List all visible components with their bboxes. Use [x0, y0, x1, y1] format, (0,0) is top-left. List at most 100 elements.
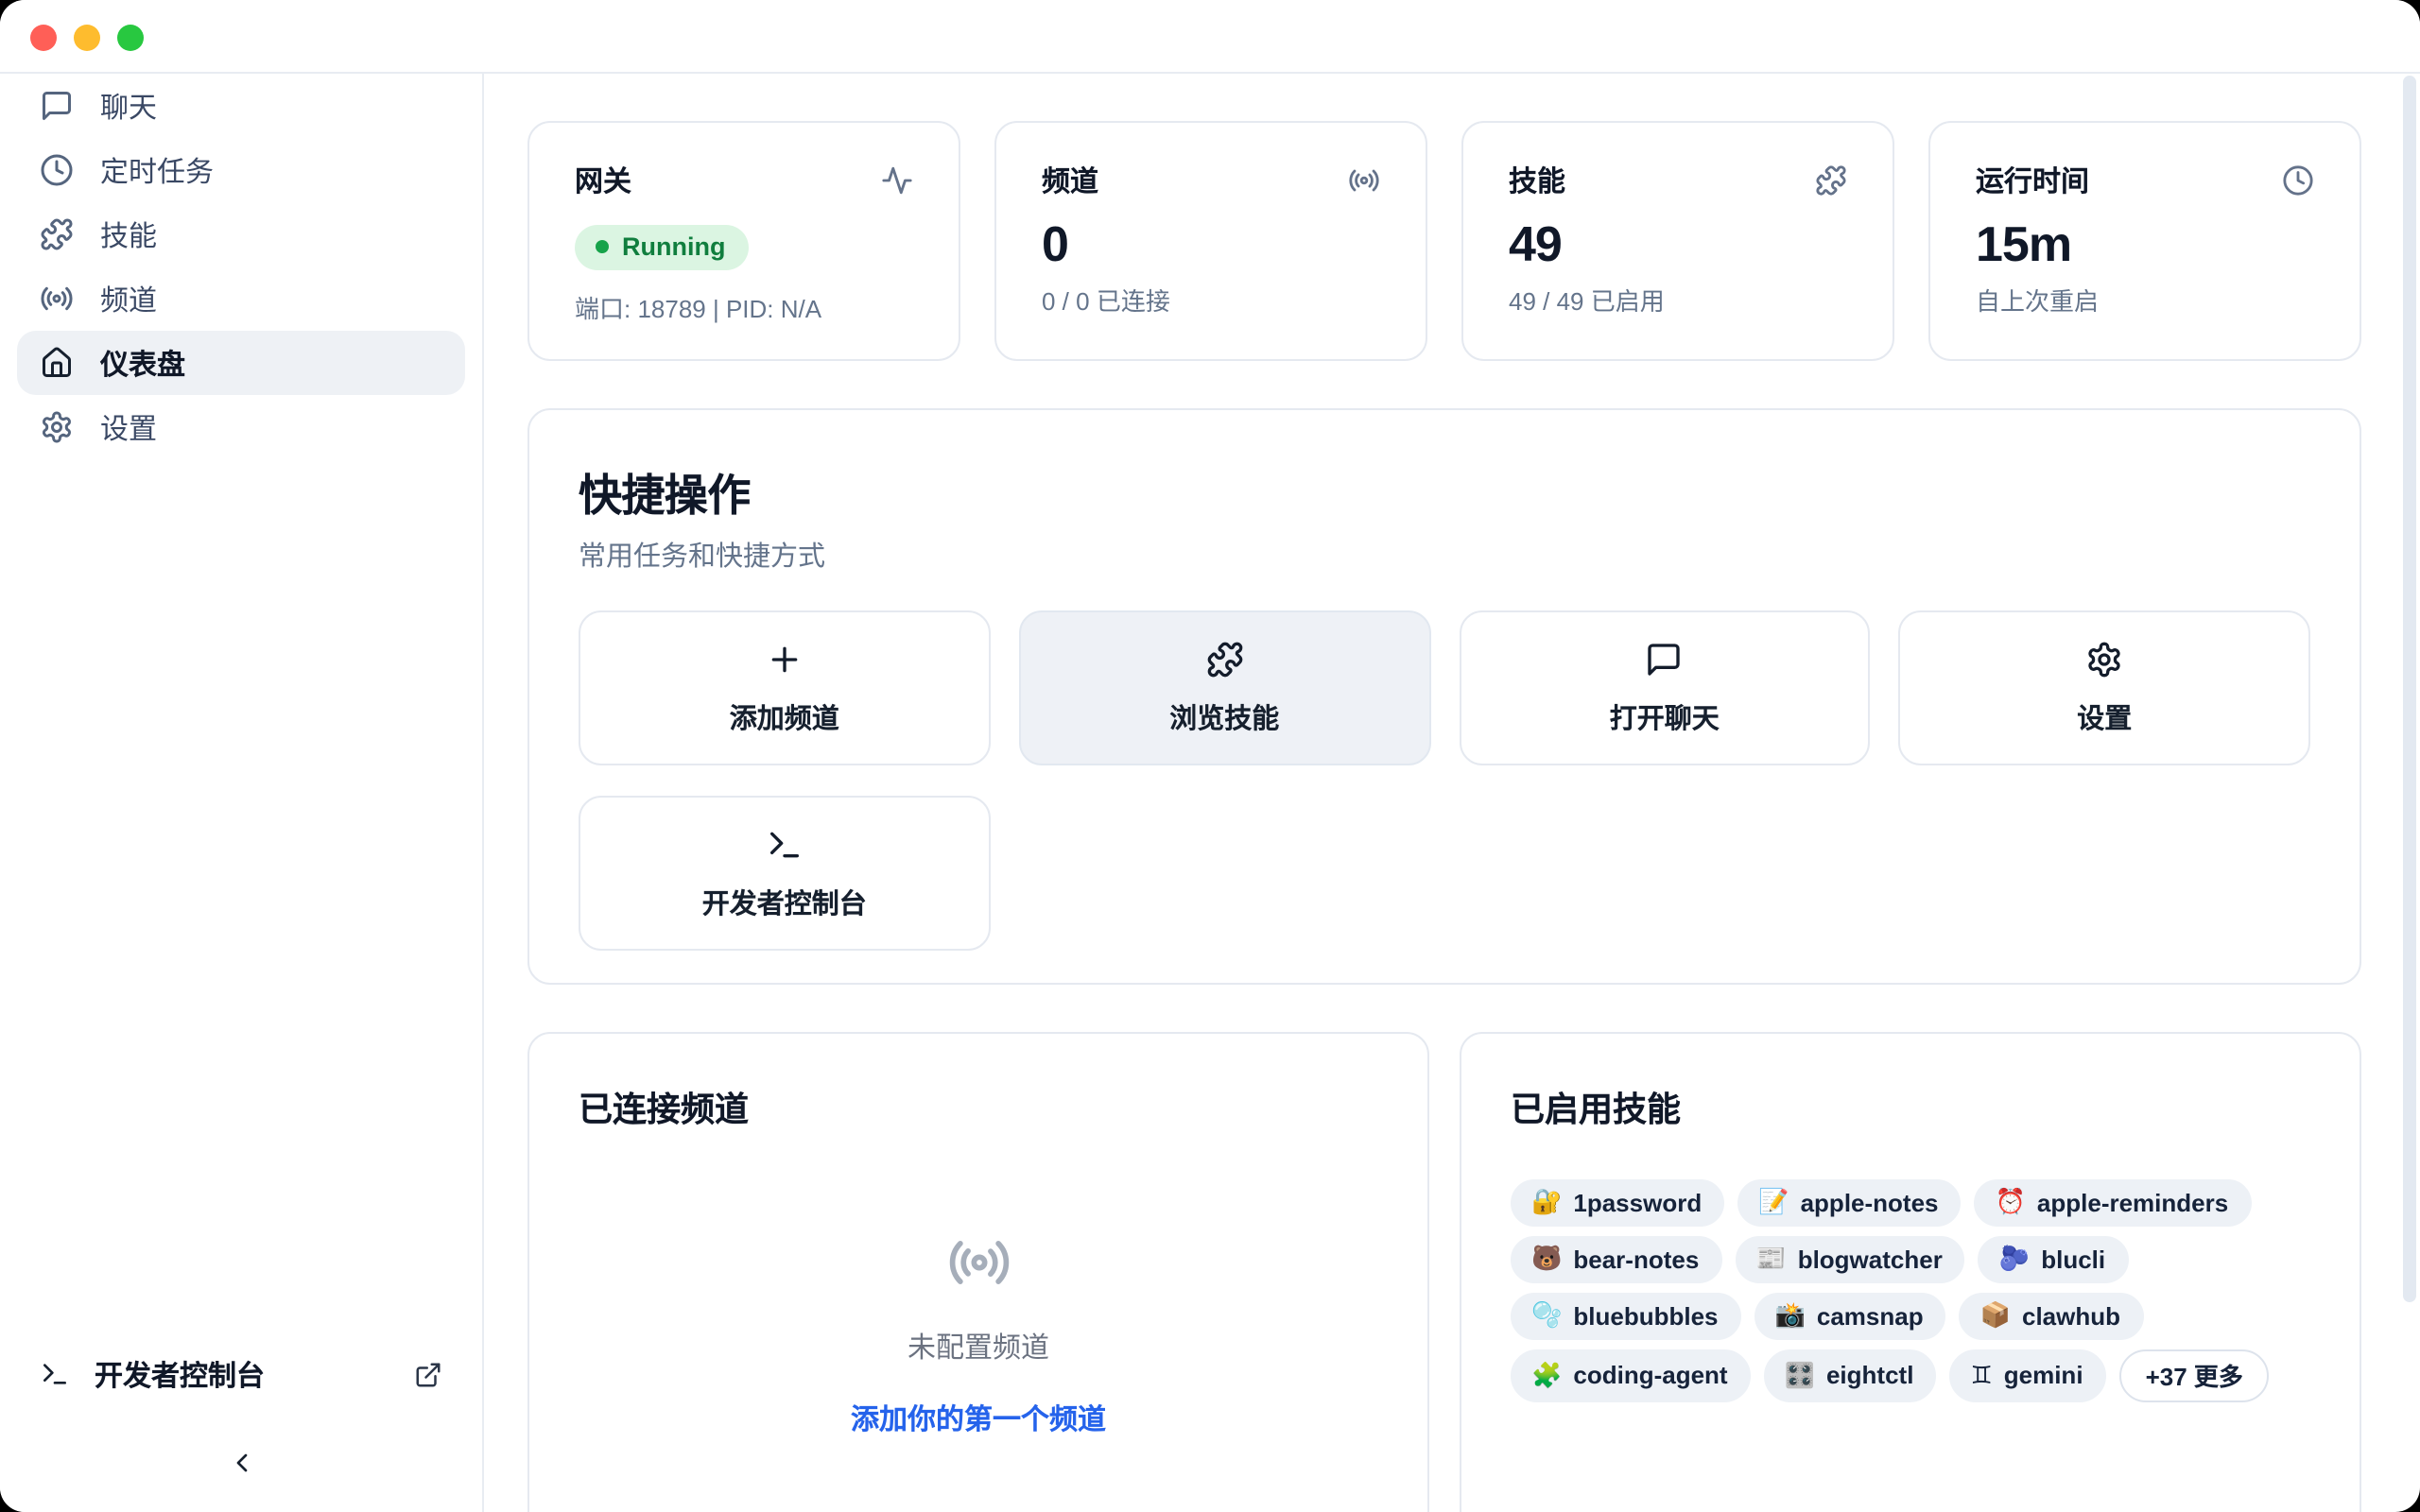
settings-icon: [40, 410, 74, 444]
skill-chip-label: apple-reminders: [2037, 1188, 2228, 1216]
skill-chip-label: gemini: [2004, 1361, 2083, 1389]
traffic-light[interactable]: [30, 24, 57, 50]
message-square-icon: [1646, 640, 1684, 678]
enabled-skills-card: 已启用技能 🔐 1password 📝 apple-notes ⏰: [1460, 1032, 2361, 1512]
quick-action-button[interactable]: 打开聊天: [1459, 610, 1871, 765]
sidebar-item-label: 定时任务: [100, 150, 214, 190]
status-badge: Running: [575, 225, 748, 270]
main-content: 网关 Running 端口: 18789 | PID: N/A 频道: [484, 74, 2420, 1512]
stat-title: 频道: [1042, 161, 1098, 200]
quick-actions-grid: 添加频道 浏览技能 打开聊天 设置: [579, 610, 2310, 951]
window-controls: [30, 24, 144, 50]
quick-actions-subtitle: 常用任务和快捷方式: [579, 535, 2310, 575]
sidebar-item-label: 聊天: [100, 86, 157, 126]
quick-action-button[interactable]: 开发者控制台: [579, 796, 991, 951]
stat-subtext: 端口: 18789 | PID: N/A: [575, 289, 913, 325]
settings-icon: [2085, 640, 2123, 678]
skill-chip: 📦 clawhub: [1960, 1293, 2143, 1340]
channels-empty-state: 未配置频道 添加你的第一个频道: [579, 1132, 1378, 1438]
skill-chip-label: bear-notes: [1573, 1245, 1699, 1273]
sidebar-item[interactable]: 设置: [17, 395, 465, 459]
sidebar-item[interactable]: 仪表盘: [17, 331, 465, 395]
vertical-scrollbar-thumb[interactable]: [2403, 76, 2416, 1302]
clock-icon: [40, 153, 74, 187]
quick-action-label: 设置: [2077, 696, 2132, 736]
skill-chip: 🐻 bear-notes: [1511, 1236, 1721, 1283]
stat-title: 运行时间: [1976, 161, 2089, 200]
skill-chip: ⏰ apple-reminders: [1975, 1179, 2252, 1227]
traffic-light[interactable]: [74, 24, 100, 50]
puzzle-icon: [1205, 640, 1243, 678]
sidebar-item[interactable]: 定时任务: [17, 138, 465, 202]
skill-emoji-icon: 🫐: [1999, 1244, 2030, 1274]
enabled-skills-title: 已启用技能: [1511, 1083, 2310, 1132]
app-window: 聊天 定时任务 技能 频道 仪表盘: [0, 0, 2420, 1512]
skill-chip-label: blogwatcher: [1798, 1245, 1943, 1273]
skill-chip-label: 1password: [1573, 1188, 1702, 1216]
quick-action-label: 开发者控制台: [702, 882, 867, 921]
skill-emoji-icon: ♊: [1970, 1360, 1992, 1390]
status-dot: [596, 240, 609, 253]
more-skills-chip[interactable]: +37 更多: [2119, 1349, 2270, 1402]
bottom-panels: 已连接频道 未配置频道 添加你的第一个频道 已启用技能 🔐: [527, 1032, 2361, 1512]
dev-console-label: 开发者控制台: [95, 1354, 414, 1394]
terminal-icon: [766, 825, 804, 863]
skill-chip-label: blucli: [2041, 1245, 2105, 1273]
skill-chip: 📰 blogwatcher: [1735, 1236, 1965, 1283]
sidebar-item-label: 仪表盘: [100, 343, 185, 383]
external-link-icon[interactable]: [414, 1360, 442, 1388]
skill-chips: 🔐 1password 📝 apple-notes ⏰ apple-remind…: [1511, 1179, 2310, 1402]
puzzle-icon: [40, 217, 74, 251]
skill-emoji-icon: 📝: [1758, 1187, 1789, 1217]
stat-subtext: 49 / 49 已启用: [1509, 282, 1847, 318]
quick-action-button[interactable]: 添加频道: [579, 610, 991, 765]
skill-chip-label: coding-agent: [1573, 1361, 1727, 1389]
quick-action-button[interactable]: 设置: [1899, 610, 2311, 765]
quick-action-label: 添加频道: [730, 696, 839, 736]
skill-chip-label: eightctl: [1826, 1361, 1913, 1389]
skill-emoji-icon: 🎛️: [1785, 1360, 1815, 1390]
sidebar-item[interactable]: 聊天: [17, 74, 465, 138]
add-first-channel-link[interactable]: 添加你的第一个频道: [851, 1399, 1106, 1438]
quick-action-label: 浏览技能: [1169, 696, 1279, 736]
skill-chip-label: apple-notes: [1801, 1188, 1939, 1216]
skill-emoji-icon: 🐻: [1531, 1244, 1562, 1274]
stat-card: 技能 49 49 / 49 已启用: [1461, 121, 1894, 361]
stat-cards: 网关 Running 端口: 18789 | PID: N/A 频道: [527, 121, 2361, 361]
dev-console-row[interactable]: 开发者控制台: [17, 1342, 465, 1406]
stat-card: 频道 0 0 / 0 已连接: [994, 121, 1427, 361]
traffic-light[interactable]: [117, 24, 144, 50]
stat-value: 0: [1042, 215, 1380, 274]
stat-card: 网关 Running 端口: 18789 | PID: N/A: [527, 121, 960, 361]
sidebar-collapse: [0, 1448, 482, 1478]
message-square-icon: [40, 89, 74, 123]
quick-action-button[interactable]: 浏览技能: [1019, 610, 1431, 765]
sidebar-item-label: 设置: [100, 407, 157, 447]
skill-emoji-icon: 🫧: [1531, 1300, 1562, 1331]
skill-emoji-icon: 📸: [1775, 1300, 1806, 1331]
sidebar-item[interactable]: 技能: [17, 202, 465, 266]
sidebar-item[interactable]: 频道: [17, 266, 465, 331]
stat-value: 49: [1509, 215, 1847, 274]
sidebar-item-label: 技能: [100, 215, 157, 254]
skill-emoji-icon: 🔐: [1531, 1187, 1562, 1217]
sidebar-nav: 聊天 定时任务 技能 频道 仪表盘: [0, 74, 482, 459]
titlebar[interactable]: [0, 0, 2420, 74]
connected-channels-card: 已连接频道 未配置频道 添加你的第一个频道: [527, 1032, 1429, 1512]
skill-chip: 🧩 coding-agent: [1511, 1349, 1751, 1402]
quick-actions-card: 快捷操作 常用任务和快捷方式 添加频道 浏览技能 打: [527, 408, 2361, 985]
skill-chip-label: camsnap: [1817, 1301, 1924, 1330]
radio-icon: [1348, 164, 1380, 197]
sidebar: 聊天 定时任务 技能 频道 仪表盘: [0, 74, 484, 1512]
chevron-left-icon[interactable]: [226, 1448, 256, 1478]
skill-chip: 🎛️ eightctl: [1764, 1349, 1937, 1402]
house-icon: [40, 346, 74, 380]
stat-title: 技能: [1509, 161, 1565, 200]
stat-subtext: 自上次重启: [1976, 282, 2314, 318]
clock-icon: [2282, 164, 2314, 197]
plus-icon: [766, 640, 804, 678]
sidebar-item-label: 频道: [100, 279, 157, 318]
skill-chip: 📸 camsnap: [1754, 1293, 1946, 1340]
stat-value: 15m: [1976, 215, 2314, 274]
skill-chip: ♊ gemini: [1949, 1349, 2105, 1402]
